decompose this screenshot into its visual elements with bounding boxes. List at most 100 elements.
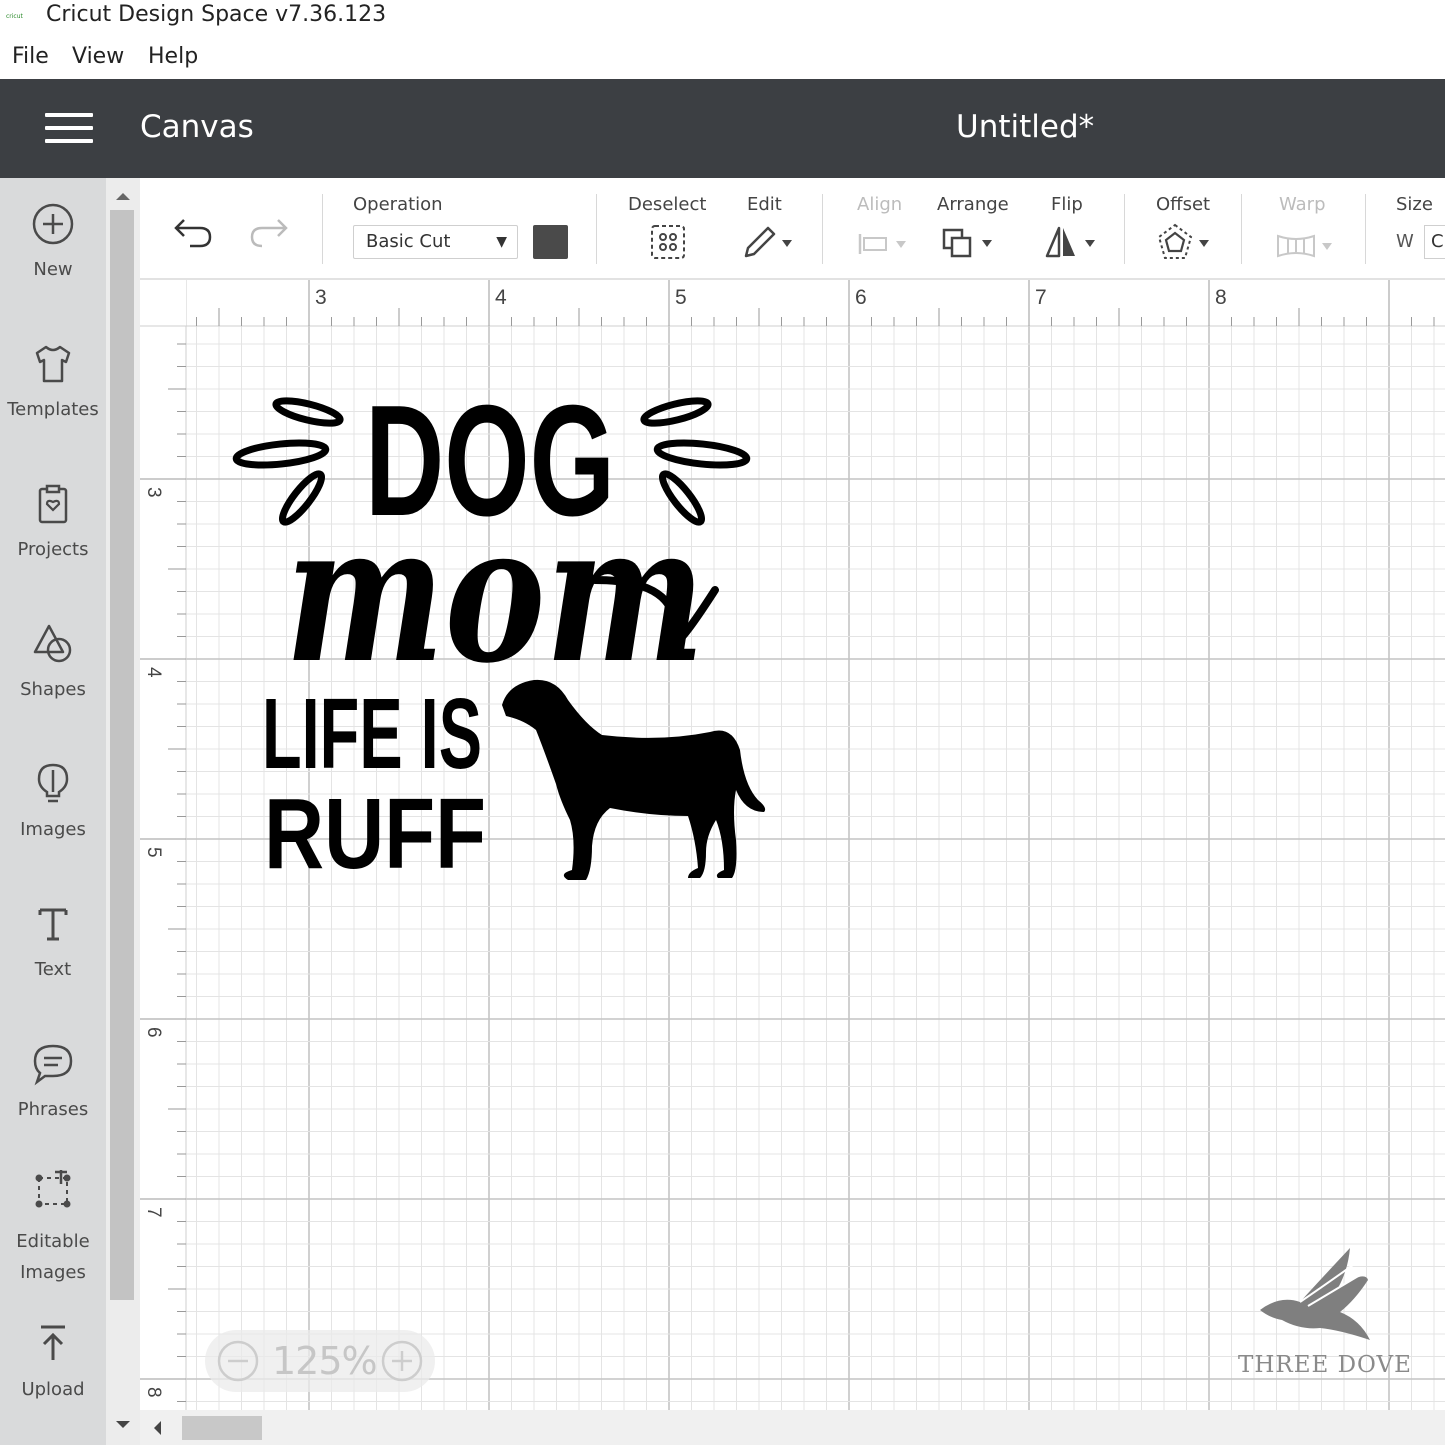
- edit-toolbar: Operation Basic Cut ▼ Deselect Edit Alig…: [140, 178, 1445, 280]
- sidebar-item-phrases[interactable]: Phrases: [0, 1042, 106, 1125]
- zoom-in-icon[interactable]: [380, 1339, 424, 1383]
- sidebar-item-label: Images: [20, 819, 86, 840]
- arrange-label: Arrange: [937, 194, 1009, 215]
- offset-icon[interactable]: [1155, 222, 1213, 264]
- scroll-left-arrow-icon[interactable]: [148, 1418, 168, 1438]
- app-header: Canvas Untitled*: [0, 79, 1445, 178]
- edit-pencil-icon[interactable]: [740, 222, 798, 262]
- sidebar-item-text[interactable]: Text: [0, 902, 106, 985]
- operation-color-swatch[interactable]: [533, 225, 568, 259]
- app-icon: cricut: [6, 13, 23, 20]
- lightbulb-icon: [37, 763, 69, 803]
- zoom-out-icon[interactable]: [216, 1339, 260, 1383]
- editable-image-icon: [35, 1170, 71, 1208]
- sidebar-item-editable-images[interactable]: Editable Images: [0, 1168, 106, 1288]
- shapes-icon: [33, 624, 72, 663]
- sidebar-item-new[interactable]: New: [0, 202, 106, 285]
- window-title: Cricut Design Space v7.36.123: [46, 2, 387, 27]
- sidebar-item-label: New: [33, 259, 73, 280]
- sidebar-item-templates[interactable]: Templates: [0, 342, 106, 425]
- zoom-level: 125%: [272, 1339, 378, 1383]
- toolbar-divider: [1241, 194, 1242, 264]
- size-label: Size: [1396, 194, 1433, 215]
- horizontal-scroll-thumb[interactable]: [182, 1416, 262, 1440]
- offset-label: Offset: [1156, 194, 1211, 215]
- sidebar-item-label: Projects: [17, 539, 89, 560]
- horizontal-scrollbar[interactable]: [140, 1410, 1445, 1445]
- edit-label: Edit: [747, 194, 782, 215]
- ruler-v-label: 6: [143, 1027, 164, 1038]
- menu-view[interactable]: View: [72, 44, 124, 69]
- operation-select[interactable]: Basic Cut ▼: [353, 225, 518, 259]
- scroll-up-arrow-icon[interactable]: [106, 186, 140, 206]
- ruler-h-label: 6: [855, 286, 867, 309]
- deselect-icon[interactable]: [648, 222, 688, 262]
- menu-help[interactable]: Help: [148, 44, 198, 69]
- sidebar-item-projects[interactable]: Projects: [0, 482, 106, 565]
- flip-label: Flip: [1051, 194, 1083, 215]
- ruler-h-label: 5: [675, 286, 687, 309]
- ruler-h-label: 4: [495, 286, 507, 309]
- clipboard-heart-icon: [38, 484, 68, 524]
- ruler-h-label: 3: [315, 286, 327, 309]
- ruler-v-label: 4: [143, 667, 164, 678]
- warp-icon: [1277, 234, 1332, 258]
- sidebar-item-label: Editable: [16, 1231, 90, 1252]
- dog-mom-design[interactable]: DOG mom LIFE IS RUFF: [232, 373, 766, 890]
- section-title: Canvas: [140, 109, 254, 145]
- toolbar-divider: [596, 194, 597, 264]
- size-width-input[interactable]: C: [1424, 225, 1445, 259]
- size-width-label: W: [1396, 231, 1414, 252]
- sidebar-scrollbar[interactable]: [106, 178, 140, 1445]
- ruler-v-label: 7: [143, 1207, 164, 1218]
- design-text-mom: mom: [285, 482, 705, 705]
- chevron-down-icon: ▼: [496, 234, 507, 250]
- warp-label: Warp: [1279, 194, 1326, 215]
- sidebar-item-label: Phrases: [17, 1099, 89, 1120]
- document-title[interactable]: Untitled*: [956, 109, 1094, 145]
- redo-icon[interactable]: [246, 214, 290, 250]
- flip-icon[interactable]: [1043, 222, 1101, 262]
- watermark-text: THREE DOVE: [1238, 1352, 1412, 1378]
- arrange-icon[interactable]: [940, 222, 998, 262]
- upload-icon: [41, 1325, 65, 1360]
- design-text-life-is: LIFE IS: [262, 678, 482, 790]
- ruler-v-label: 3: [143, 487, 164, 498]
- horizontal-ruler: 3 4 5 6 7 8: [140, 280, 1445, 327]
- sidebar-item-label: Text: [34, 959, 72, 980]
- sidebar-item-shapes[interactable]: Shapes: [0, 622, 106, 705]
- hamburger-menu-icon[interactable]: [45, 113, 93, 143]
- left-sidebar: New Templates Projects Shapes Images Tex…: [0, 178, 106, 1445]
- toolbar-divider: [1365, 194, 1366, 264]
- undo-icon[interactable]: [172, 214, 216, 250]
- speech-bubble-icon: [33, 1044, 73, 1086]
- title-bar: cricut Cricut Design Space v7.36.123: [0, 0, 1445, 36]
- menu-file[interactable]: File: [12, 44, 49, 69]
- vertical-ruler: 2345678: [140, 280, 187, 1410]
- ruler-h-label: 8: [1215, 286, 1227, 309]
- scroll-down-arrow-icon[interactable]: [106, 1415, 140, 1435]
- sidebar-scroll-thumb[interactable]: [110, 210, 134, 1300]
- design-text-ruff: RUFF: [264, 778, 486, 890]
- sidebar-item-label: Upload: [21, 1379, 85, 1400]
- menu-bar: File View Help: [0, 38, 1445, 78]
- ruler-h-label: 7: [1035, 286, 1047, 309]
- toolbar-divider: [822, 194, 823, 264]
- text-t-icon: [38, 908, 68, 941]
- sidebar-item-images[interactable]: Images: [0, 762, 106, 845]
- toolbar-divider: [1124, 194, 1125, 264]
- tshirt-icon: [35, 345, 71, 383]
- sidebar-item-label: Templates: [7, 399, 99, 420]
- operation-value: Basic Cut: [366, 231, 451, 252]
- toolbar-divider: [322, 194, 323, 264]
- deselect-label: Deselect: [628, 194, 707, 215]
- dog-silhouette: [502, 679, 766, 880]
- align-label: Align: [857, 194, 903, 215]
- ruler-v-label: 5: [143, 847, 164, 858]
- sidebar-item-label: Shapes: [20, 679, 86, 700]
- ruler-v-label: 8: [143, 1387, 164, 1398]
- dove-logo-icon: [1260, 1248, 1370, 1340]
- sidebar-item-upload[interactable]: Upload: [0, 1322, 106, 1405]
- three-dove-watermark: THREE DOVE: [1230, 1240, 1420, 1390]
- zoom-control: 125%: [205, 1330, 435, 1392]
